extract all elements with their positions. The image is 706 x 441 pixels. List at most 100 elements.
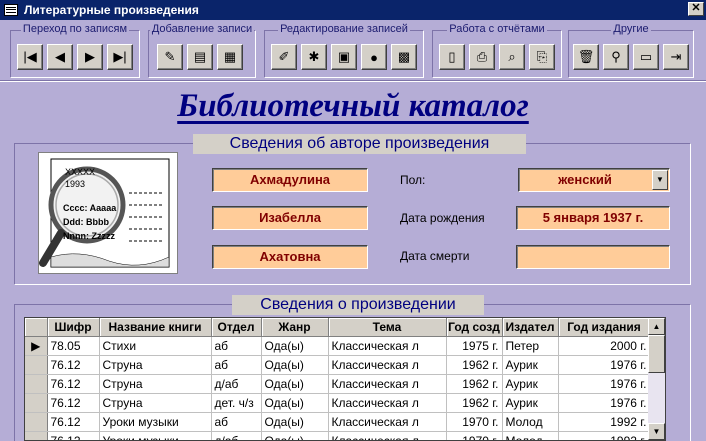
- exit-icon[interactable]: ⇥: [663, 44, 689, 70]
- table-cell[interactable]: Ода(ы): [261, 431, 329, 440]
- table-cell[interactable]: 1970 г.: [446, 431, 503, 440]
- column-header[interactable]: Издател: [502, 318, 559, 337]
- row-selector[interactable]: [25, 412, 48, 432]
- surname-field[interactable]: Ахмадулина: [212, 168, 368, 192]
- chevron-down-icon[interactable]: ▼: [652, 170, 668, 190]
- table-cell[interactable]: Струна: [99, 355, 212, 375]
- table-cell[interactable]: Аурик: [502, 355, 559, 375]
- table-cell[interactable]: Уроки музыки: [99, 431, 212, 440]
- column-header[interactable]: Тема: [328, 318, 447, 337]
- table-cell[interactable]: Молод: [502, 431, 559, 440]
- table-cell[interactable]: аб: [211, 412, 262, 432]
- table-cell[interactable]: Классическая л: [328, 355, 447, 375]
- table-cell[interactable]: Аурик: [502, 374, 559, 394]
- table-cell[interactable]: Аурик: [502, 393, 559, 413]
- table-cell[interactable]: Ода(ы): [261, 336, 329, 356]
- row-selector[interactable]: [25, 355, 48, 375]
- name-field[interactable]: Изабелла: [212, 206, 368, 230]
- table-cell[interactable]: Классическая л: [328, 336, 447, 356]
- row-selector[interactable]: [25, 374, 48, 394]
- table-scrollbar[interactable]: ▲ ▼: [648, 318, 665, 440]
- table-cell[interactable]: 1975 г.: [446, 336, 503, 356]
- table-cell[interactable]: 1962 г.: [446, 393, 503, 413]
- last-record-button[interactable]: ▶|: [107, 44, 133, 70]
- table-cell[interactable]: Ода(ы): [261, 393, 329, 413]
- table-cell[interactable]: Молод: [502, 412, 559, 432]
- column-header[interactable]: Жанр: [261, 318, 329, 337]
- column-header[interactable]: Год созд: [446, 318, 503, 337]
- add-author-button[interactable]: ▦: [217, 44, 243, 70]
- column-header[interactable]: Год издания: [558, 318, 651, 337]
- edit-globe-button[interactable]: ●: [361, 44, 387, 70]
- table-cell[interactable]: 76.12: [47, 412, 100, 432]
- column-header[interactable]: Шифр: [47, 318, 100, 337]
- table-cell[interactable]: 76.12: [47, 374, 100, 394]
- edit-photo-button[interactable]: ▩: [391, 44, 417, 70]
- row-selector[interactable]: [25, 431, 48, 440]
- column-header[interactable]: Отдел: [211, 318, 262, 337]
- close-icon[interactable]: ✕: [688, 2, 704, 16]
- scroll-thumb[interactable]: [648, 335, 665, 373]
- table-cell[interactable]: д/аб: [211, 431, 262, 440]
- works-table[interactable]: Шифр Название книги Отдел Жанр Тема Год …: [24, 317, 666, 441]
- binoculars-icon[interactable]: ⚲: [603, 44, 629, 70]
- report-preview-button[interactable]: ▯: [439, 44, 465, 70]
- table-cell[interactable]: дет. ч/з: [211, 393, 262, 413]
- table-cell[interactable]: 76.12: [47, 355, 100, 375]
- table-cell[interactable]: Ода(ы): [261, 412, 329, 432]
- report-printer-button[interactable]: ⎘: [529, 44, 555, 70]
- table-cell[interactable]: 1976 г.: [558, 355, 651, 375]
- table-row[interactable]: 76.12 Уроки музыки д/аб Ода(ы) Классичес…: [25, 431, 651, 440]
- table-cell[interactable]: Петер: [502, 336, 559, 356]
- table-cell[interactable]: 1992 г.: [558, 431, 651, 440]
- edit-record-button[interactable]: ✐: [271, 44, 297, 70]
- book-icon[interactable]: ▭: [633, 44, 659, 70]
- trash-icon[interactable]: 🗑: [573, 44, 599, 70]
- table-row[interactable]: ▶ 78.05 Стихи аб Ода(ы) Классическая л 1…: [25, 336, 651, 356]
- table-cell[interactable]: 1962 г.: [446, 374, 503, 394]
- table-cell[interactable]: Ода(ы): [261, 374, 329, 394]
- report-search-button[interactable]: ⌕: [499, 44, 525, 70]
- table-cell[interactable]: 1962 г.: [446, 355, 503, 375]
- table-cell[interactable]: 1976 г.: [558, 374, 651, 394]
- add-record-button[interactable]: ✎: [157, 44, 183, 70]
- table-cell[interactable]: 1992 г.: [558, 412, 651, 432]
- table-cell[interactable]: Классическая л: [328, 431, 447, 440]
- table-row[interactable]: 76.12 Струна дет. ч/з Ода(ы) Классическа…: [25, 393, 651, 413]
- table-cell[interactable]: 1976 г.: [558, 393, 651, 413]
- table-cell[interactable]: д/аб: [211, 374, 262, 394]
- table-cell[interactable]: Уроки музыки: [99, 412, 212, 432]
- table-cell[interactable]: Классическая л: [328, 412, 447, 432]
- table-cell[interactable]: Струна: [99, 374, 212, 394]
- table-cell[interactable]: 78.05: [47, 336, 100, 356]
- table-cell[interactable]: 76.12: [47, 431, 100, 440]
- table-cell[interactable]: 1970 г.: [446, 412, 503, 432]
- report-print-button[interactable]: ⎙: [469, 44, 495, 70]
- first-record-button[interactable]: |◀: [17, 44, 43, 70]
- scroll-up-icon[interactable]: ▲: [648, 318, 665, 335]
- scroll-down-icon[interactable]: ▼: [648, 423, 665, 440]
- edit-catalog-button[interactable]: ▣: [331, 44, 357, 70]
- table-cell[interactable]: аб: [211, 355, 262, 375]
- add-book-button[interactable]: ▤: [187, 44, 213, 70]
- table-cell[interactable]: Стихи: [99, 336, 212, 356]
- table-cell[interactable]: аб: [211, 336, 262, 356]
- birth-date-field[interactable]: 5 января 1937 г.: [516, 206, 670, 230]
- death-date-field[interactable]: [516, 245, 670, 269]
- prev-record-button[interactable]: ◀: [47, 44, 73, 70]
- gender-select[interactable]: женский ▼: [518, 168, 670, 192]
- table-row[interactable]: 76.12 Уроки музыки аб Ода(ы) Классическа…: [25, 412, 651, 432]
- column-header[interactable]: Название книги: [99, 318, 212, 337]
- table-cell[interactable]: 76.12: [47, 393, 100, 413]
- patronymic-field[interactable]: Ахатовна: [212, 245, 368, 269]
- table-cell[interactable]: Ода(ы): [261, 355, 329, 375]
- table-row[interactable]: 76.12 Струна д/аб Ода(ы) Классическая л …: [25, 374, 651, 394]
- table-row[interactable]: 76.12 Струна аб Ода(ы) Классическая л 19…: [25, 355, 651, 375]
- table-cell[interactable]: Классическая л: [328, 393, 447, 413]
- next-record-button[interactable]: ▶: [77, 44, 103, 70]
- table-cell[interactable]: 2000 г.: [558, 336, 651, 356]
- table-cell[interactable]: Струна: [99, 393, 212, 413]
- table-cell[interactable]: Классическая л: [328, 374, 447, 394]
- row-selector[interactable]: [25, 393, 48, 413]
- edit-fields-button[interactable]: ✱: [301, 44, 327, 70]
